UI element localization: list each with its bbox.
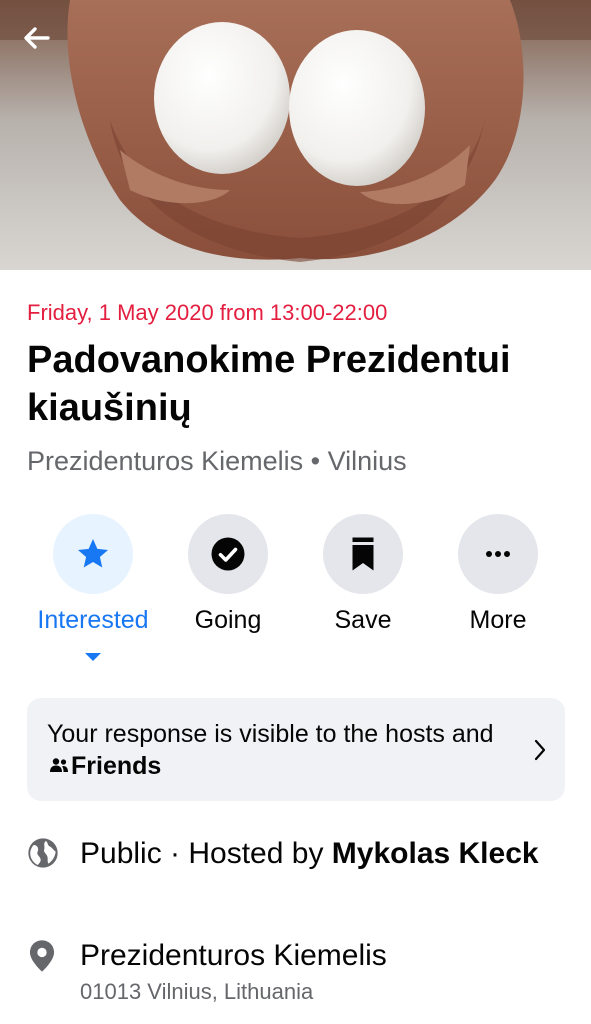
more-label: More — [469, 606, 527, 634]
privacy-host-text: Public · Hosted by Mykolas Kleck — [80, 835, 560, 873]
location-name: Prezidenturos Kiemelis — [80, 939, 387, 972]
event-actions: Interested Going Save More — [0, 514, 591, 664]
globe-icon — [28, 838, 58, 868]
check-circle-icon — [211, 537, 245, 571]
save-button-circle[interactable] — [323, 514, 403, 594]
notice-text-before: Your response is visible to the hosts an… — [47, 720, 494, 748]
more-button[interactable]: More — [433, 514, 563, 635]
friends-icon — [50, 758, 68, 773]
more-button-circle[interactable] — [458, 514, 538, 594]
notice-text: Your response is visible to the hosts an… — [47, 718, 507, 782]
location-address: 01013 Vilnius, Lithuania — [80, 979, 314, 1004]
event-title: Padovanokime Prezidentui kiaušinių — [27, 339, 511, 429]
event-location-subtitle: Prezidenturos Kiemelis • Vilnius — [27, 446, 407, 476]
going-button[interactable]: Going — [163, 514, 293, 635]
save-button[interactable]: Save — [298, 514, 428, 635]
back-button[interactable] — [22, 26, 70, 70]
going-button-circle[interactable] — [188, 514, 268, 594]
going-label: Going — [194, 606, 262, 634]
location-pin-icon — [29, 940, 55, 972]
caret-down-icon[interactable] — [85, 653, 101, 661]
arrow-left-icon — [24, 27, 50, 49]
chevron-right-icon — [534, 739, 546, 761]
cover-photo-image — [0, 0, 591, 262]
bookmark-icon — [352, 537, 374, 571]
save-label: Save — [334, 606, 392, 634]
cover-photo — [0, 0, 591, 270]
more-dots-icon — [486, 551, 510, 557]
interested-button[interactable]: Interested — [28, 514, 158, 661]
interested-label: Interested — [37, 606, 149, 634]
star-icon — [78, 539, 108, 568]
notice-friends-label: Friends — [71, 752, 162, 780]
host-name-link[interactable]: Mykolas Kleck — [332, 837, 539, 870]
privacy-label: Public · Hosted by — [80, 837, 324, 870]
interested-button-circle[interactable] — [53, 514, 133, 594]
response-visibility-notice[interactable]: Your response is visible to the hosts an… — [27, 698, 565, 801]
event-date-time: Friday, 1 May 2020 from 13:00-22:00 — [27, 300, 388, 325]
